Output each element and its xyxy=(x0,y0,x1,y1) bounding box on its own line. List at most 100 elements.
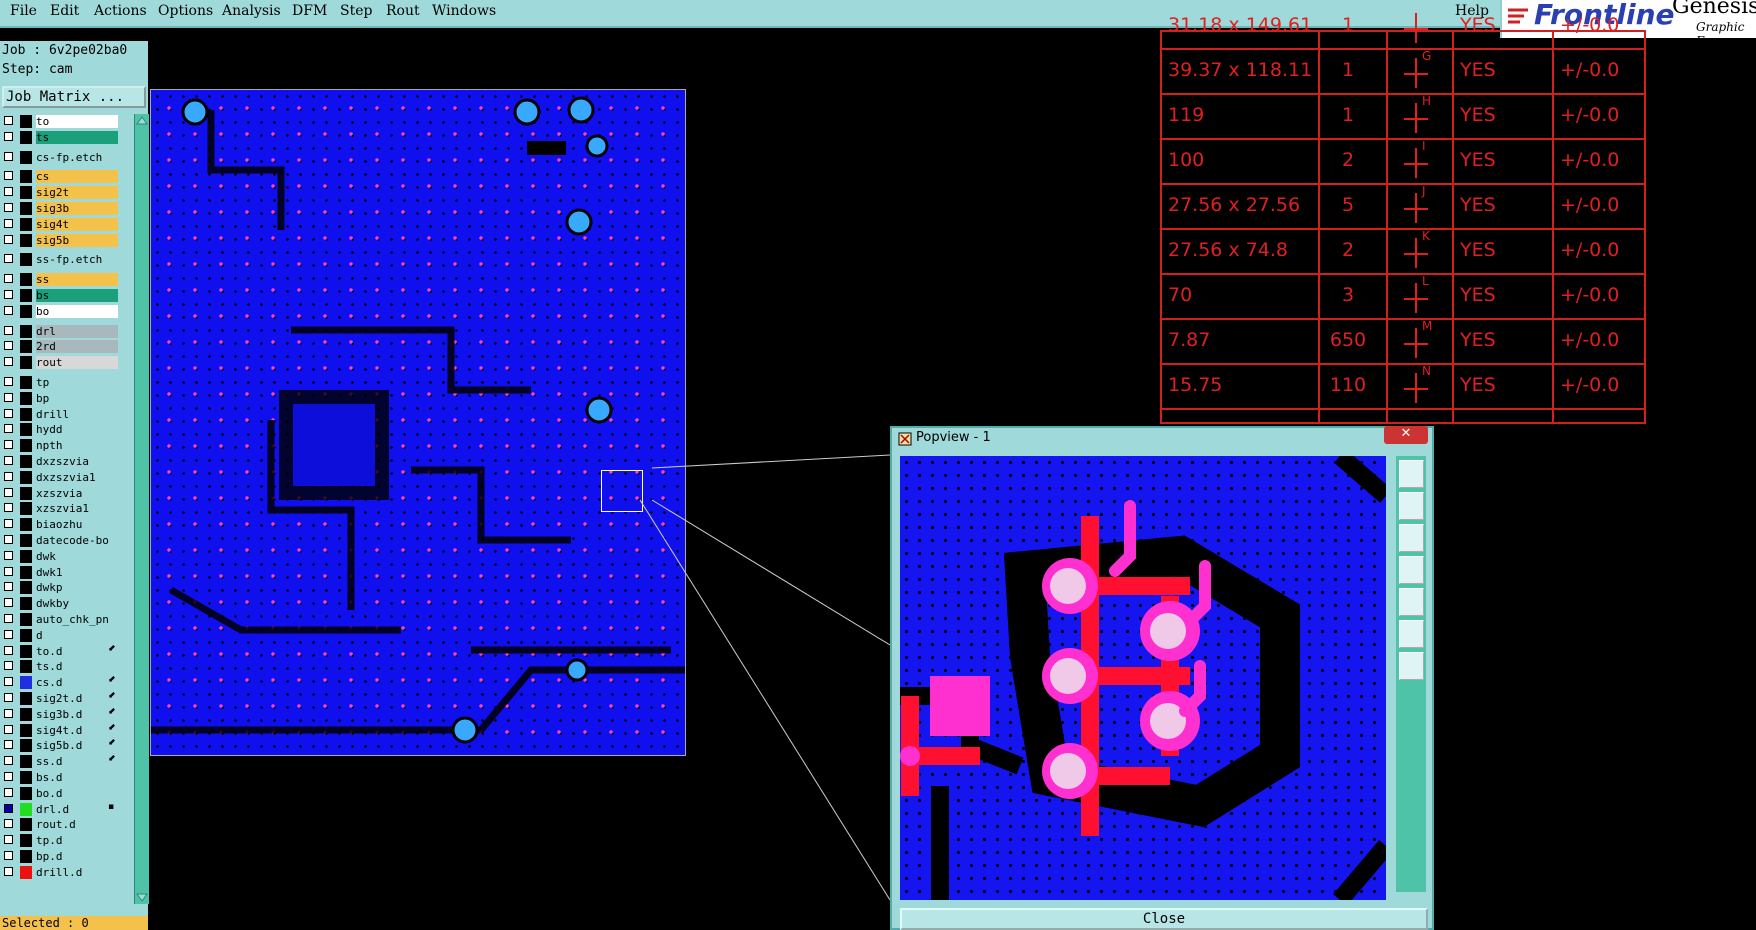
layer-row-ss-fp.etch[interactable]: ss-fp.etch xyxy=(0,252,120,267)
layer-checkbox[interactable] xyxy=(4,866,13,876)
layer-checkbox[interactable] xyxy=(4,503,13,513)
layer-checkbox[interactable] xyxy=(4,535,13,544)
layer-row-dwkp[interactable]: dwkp xyxy=(0,580,120,595)
layer-row-xzszvia[interactable]: xzszvia xyxy=(0,486,120,501)
layer-row-tp.d[interactable]: tp.d xyxy=(0,833,120,848)
layer-row-cs-fp.etch[interactable]: cs-fp.etch xyxy=(0,150,120,165)
layer-row-drill[interactable]: drill xyxy=(0,407,120,422)
layer-row-bs[interactable]: bs xyxy=(0,288,120,303)
layer-checkbox[interactable] xyxy=(4,456,13,465)
layer-row-ss[interactable]: ss xyxy=(0,272,120,287)
layer-checkbox[interactable] xyxy=(4,392,13,402)
menu-rout[interactable]: Rout xyxy=(386,3,420,19)
layer-checkbox[interactable] xyxy=(4,151,13,161)
menu-step[interactable]: Step xyxy=(340,3,372,19)
menu-dfm[interactable]: DFM xyxy=(292,3,327,19)
scroll-down-icon[interactable] xyxy=(135,892,149,904)
layer-checkbox[interactable] xyxy=(4,187,13,197)
layer-checkbox[interactable] xyxy=(4,471,13,481)
zoom-window-icon[interactable] xyxy=(1399,460,1424,488)
layer-checkbox[interactable] xyxy=(4,377,13,386)
layer-checkbox[interactable] xyxy=(4,274,13,284)
layer-checkbox[interactable] xyxy=(4,116,13,125)
layer-checkbox[interactable] xyxy=(4,851,13,860)
menu-file[interactable]: File xyxy=(10,3,37,19)
layer-row-bp[interactable]: bp xyxy=(0,391,120,406)
layer-row-ss.d[interactable]: ss.d ⬋ xyxy=(0,754,120,769)
layer-checkbox[interactable] xyxy=(4,408,13,418)
layer-row-sig2t[interactable]: sig2t xyxy=(0,185,120,200)
layer-row-sig5b[interactable]: sig5b xyxy=(0,233,120,248)
popview-canvas[interactable] xyxy=(900,456,1386,900)
layer-row-drl[interactable]: drl xyxy=(0,324,120,339)
layer-checkbox[interactable] xyxy=(4,519,13,529)
layer-row-to.d[interactable]: to.d ⬋ xyxy=(0,644,120,659)
layer-row-sig5b.d[interactable]: sig5b.d ⬋ xyxy=(0,738,120,753)
layer-checkbox[interactable] xyxy=(4,693,13,702)
job-matrix-button[interactable]: Job Matrix ... xyxy=(2,86,146,108)
layer-checkbox[interactable] xyxy=(4,305,13,315)
layer-checkbox[interactable] xyxy=(4,254,13,264)
layer-row-2rd[interactable]: 2rd xyxy=(0,339,120,354)
layer-row-drl.d[interactable]: drl.d ▪ xyxy=(0,802,120,817)
window-close-button[interactable]: ✕ xyxy=(1384,426,1428,444)
layer-row-npth[interactable]: npth xyxy=(0,438,120,453)
layer-row-tp[interactable]: tp xyxy=(0,375,120,390)
layer-row-to[interactable]: to xyxy=(0,114,120,129)
layer-row-dwkby[interactable]: dwkby xyxy=(0,596,120,611)
layer-row-bo.d[interactable]: bo.d xyxy=(0,786,120,801)
layer-row-sig2t.d[interactable]: sig2t.d ⬋ xyxy=(0,691,120,706)
layer-checkbox[interactable] xyxy=(4,614,13,623)
layer-checkbox[interactable] xyxy=(4,440,13,450)
layer-checkbox[interactable] xyxy=(4,787,13,797)
pcb-board-view[interactable] xyxy=(150,89,686,756)
layer-checkbox[interactable] xyxy=(4,582,13,592)
layer-row-sig4t[interactable]: sig4t xyxy=(0,217,120,232)
layer-row-cs[interactable]: cs xyxy=(0,169,120,184)
layer-checkbox[interactable] xyxy=(4,357,13,367)
layer-row-d[interactable]: d xyxy=(0,628,120,643)
layer-checkbox[interactable] xyxy=(4,677,13,687)
layer-row-auto_chk_pn[interactable]: auto_chk_pn xyxy=(0,612,120,627)
menu-windows[interactable]: Windows xyxy=(432,3,496,19)
layer-row-ts[interactable]: ts xyxy=(0,130,120,145)
zoom-fit-icon[interactable] xyxy=(1399,620,1424,648)
layer-checkbox[interactable] xyxy=(4,218,13,228)
layer-checkbox[interactable] xyxy=(4,645,13,655)
layer-checkbox[interactable] xyxy=(4,290,13,299)
layer-checkbox[interactable] xyxy=(4,835,13,845)
layer-row-dxzszvia1[interactable]: dxzszvia1 xyxy=(0,470,120,485)
layer-checkbox[interactable] xyxy=(4,131,13,141)
layer-row-drill.d[interactable]: drill.d xyxy=(0,865,120,880)
scroll-up-icon[interactable] xyxy=(135,114,149,126)
popview-close-button[interactable]: Close xyxy=(900,908,1428,930)
layer-checkbox[interactable] xyxy=(4,756,13,766)
layer-row-sig3b.d[interactable]: sig3b.d ⬋ xyxy=(0,707,120,722)
layer-checkbox[interactable] xyxy=(4,234,13,244)
layer-checkbox[interactable] xyxy=(4,171,13,181)
layer-checkbox[interactable] xyxy=(4,740,13,750)
layer-checkbox[interactable] xyxy=(4,708,13,718)
menu-options[interactable]: Options xyxy=(158,3,213,19)
menu-analysis[interactable]: Analysis xyxy=(222,3,281,19)
layer-row-bo[interactable]: bo xyxy=(0,304,120,319)
layer-checkbox[interactable] xyxy=(4,566,13,576)
layer-row-rout.d[interactable]: rout.d xyxy=(0,817,120,832)
layer-row-sig4t.d[interactable]: sig4t.d ⬋ xyxy=(0,723,120,738)
layer-row-datecode-bo[interactable]: datecode-bo xyxy=(0,533,120,548)
layer-row-rout[interactable]: rout xyxy=(0,355,120,370)
layer-row-dwk[interactable]: dwk xyxy=(0,549,120,564)
layer-checkbox[interactable] xyxy=(4,598,13,608)
layer-checkbox[interactable] xyxy=(4,341,13,351)
layer-row-xzszvia1[interactable]: xzszvia1 xyxy=(0,501,120,516)
menu-edit[interactable]: Edit xyxy=(50,3,79,19)
layer-checkbox[interactable] xyxy=(4,424,13,434)
layer-checkbox[interactable] xyxy=(4,325,13,335)
layer-row-bs.d[interactable]: bs.d xyxy=(0,770,120,785)
pan-down-icon[interactable] xyxy=(1399,524,1424,552)
layer-checkbox[interactable] xyxy=(4,550,13,560)
layer-checkbox[interactable] xyxy=(4,203,13,212)
layer-row-sig3b[interactable]: sig3b xyxy=(0,201,120,216)
layer-checkbox[interactable] xyxy=(4,487,13,497)
pan-left-icon[interactable] xyxy=(1399,556,1424,584)
